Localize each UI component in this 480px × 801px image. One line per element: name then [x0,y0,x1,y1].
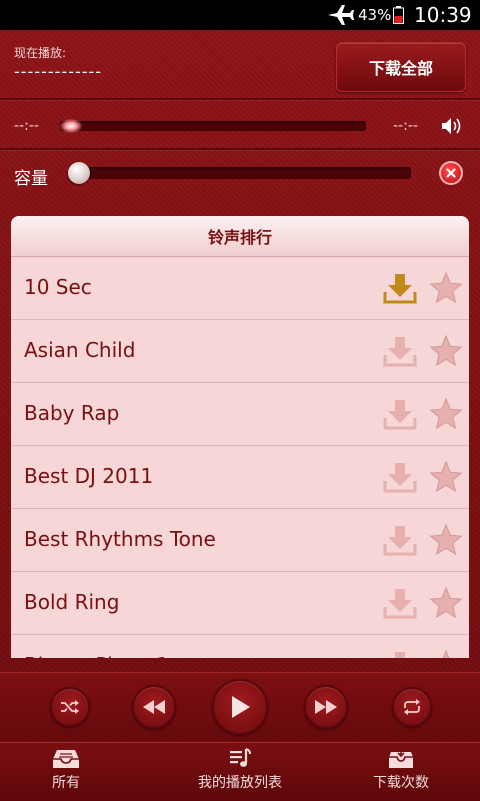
tab-label: 下载次数 [373,775,429,791]
ringtone-title: 10 Sec [24,275,92,299]
total-time: --:-- [393,118,418,134]
clock: 10:39 [414,3,472,27]
ringtone-title: Bluess Piano 1 [24,653,169,658]
list-item[interactable]: Baby Rap [11,383,469,446]
download-icon[interactable] [383,461,417,493]
tab-download-count[interactable]: 下载次数 [356,743,446,801]
list-item[interactable]: Bold Ring [11,572,469,635]
shuffle-icon [61,700,79,714]
airplane-mode-icon [328,5,354,25]
capacity-label: 容量 [14,169,48,189]
download-icon[interactable] [383,587,417,619]
star-icon[interactable] [429,460,463,494]
tab-my-playlist[interactable]: 我的播放列表 [170,743,310,801]
download-icon[interactable] [383,272,417,304]
star-icon[interactable] [429,523,463,557]
progress-knob[interactable] [60,119,82,133]
play-icon [232,696,250,718]
ringtone-title: Asian Child [24,338,136,362]
ringtone-title: Best Rhythms Tone [24,527,216,551]
play-button[interactable] [212,679,268,735]
star-icon[interactable] [429,586,463,620]
download-icon[interactable] [383,650,417,658]
ringtone-title: Best DJ 2011 [24,464,154,488]
progress-track[interactable] [60,121,366,131]
ringtone-title: Baby Rap [24,401,120,425]
rewind-icon [143,700,165,714]
divider [0,148,480,150]
tab-all[interactable]: 所有 [20,743,112,801]
download-all-button[interactable]: 下载全部 [336,42,466,92]
battery-percent: 43% [358,6,392,24]
capacity-slider-knob[interactable] [68,162,90,184]
volume-icon[interactable] [440,115,464,137]
status-bar: 43% 10:39 [0,0,480,30]
shuffle-button[interactable] [50,687,90,727]
fast-forward-icon [315,700,337,714]
next-button[interactable] [304,685,348,729]
playlist-icon [230,748,251,767]
bottom-tab-bar: 所有 我的播放列表 下载次数 [0,742,480,801]
star-icon[interactable] [429,334,463,368]
now-playing-label: 现在播放: [14,46,67,60]
ringtone-title: Bold Ring [24,590,120,614]
repeat-icon [404,699,420,715]
star-icon[interactable] [429,397,463,431]
download-icon[interactable] [383,335,417,367]
download-box-icon [389,748,413,768]
previous-button[interactable] [132,685,176,729]
tab-label: 所有 [52,775,80,791]
list-item[interactable]: 10 Sec [11,257,469,320]
close-button[interactable] [439,161,463,185]
download-icon[interactable] [383,398,417,430]
list-item[interactable]: Bluess Piano 1 [11,635,469,658]
close-icon [446,168,456,178]
ringtone-list: 铃声排行 10 Sec Asian Child Baby Rap Best DJ… [11,216,469,658]
download-icon[interactable] [383,524,417,556]
repeat-button[interactable] [392,687,432,727]
divider [0,98,480,100]
player-controls [0,672,480,741]
list-item[interactable]: Asian Child [11,320,469,383]
tab-label: 我的播放列表 [198,775,282,791]
star-icon[interactable] [429,271,463,305]
inbox-icon [53,750,79,768]
capacity-slider-track[interactable] [78,167,411,179]
now-playing-title: ------------- [14,62,103,81]
elapsed-time: --:-- [14,118,39,134]
list-item[interactable]: Best Rhythms Tone [11,509,469,572]
list-rows: 10 Sec Asian Child Baby Rap Best DJ 2011… [11,257,469,658]
list-item[interactable]: Best DJ 2011 [11,446,469,509]
battery-icon [393,6,404,24]
star-icon[interactable] [429,649,463,658]
list-header: 铃声排行 [11,216,469,257]
